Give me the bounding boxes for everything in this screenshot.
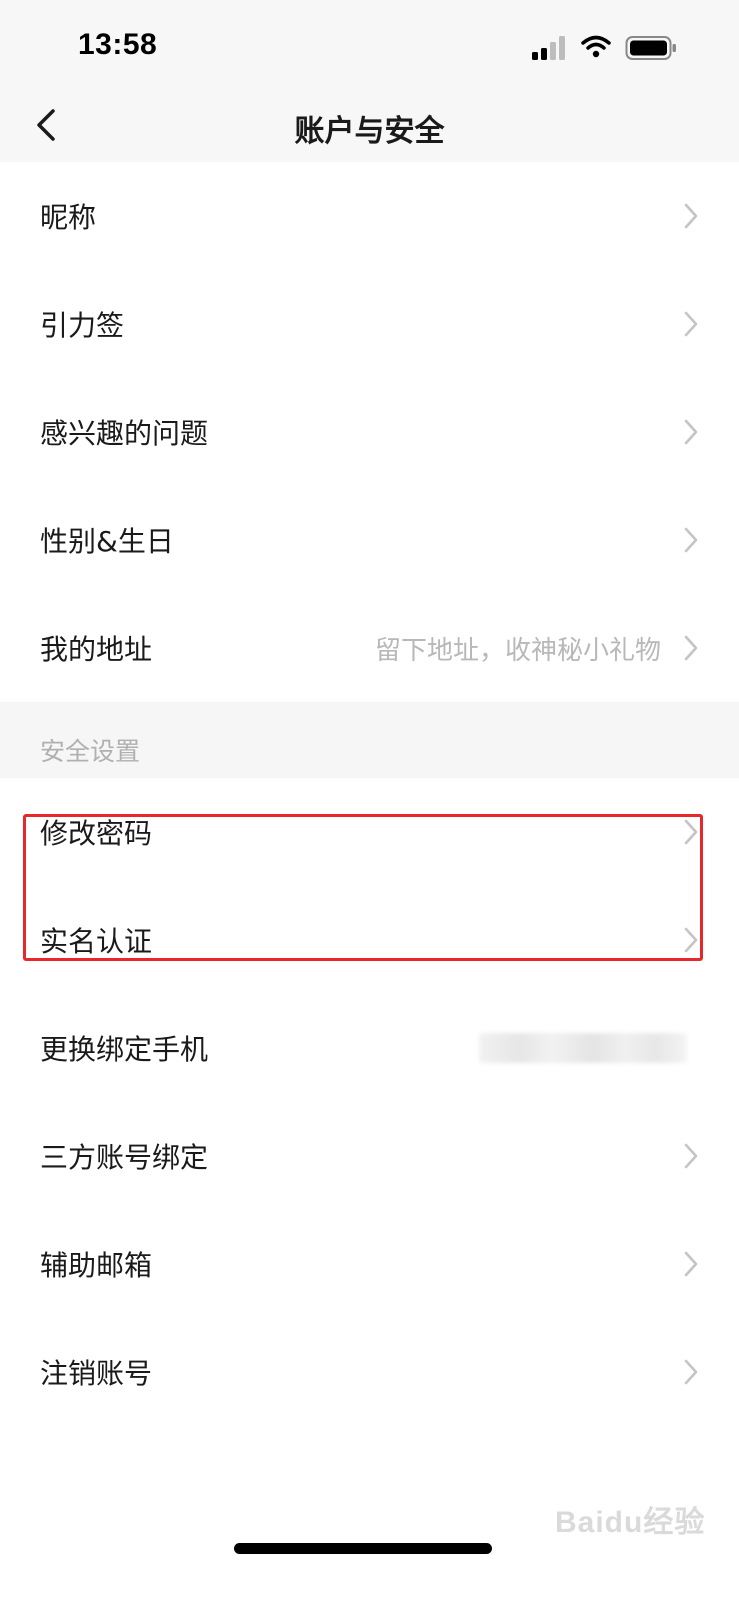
row-label: 昵称 <box>40 201 97 234</box>
page-title: 账户与安全 <box>294 114 445 149</box>
wifi-icon <box>581 35 611 58</box>
row-label: 性别&生日 <box>40 525 174 558</box>
chevron-right-icon <box>684 927 698 953</box>
row-label: 我的地址 <box>40 633 153 666</box>
row-label: 实名认证 <box>40 925 153 958</box>
row-label: 引力签 <box>40 309 125 342</box>
chevron-right-icon <box>684 1359 698 1385</box>
home-indicator[interactable] <box>234 1543 492 1554</box>
row-label: 辅助邮箱 <box>40 1249 153 1282</box>
row-label: 注销账号 <box>40 1357 153 1390</box>
row-label: 三方账号绑定 <box>40 1141 209 1174</box>
chevron-right-icon <box>684 1251 698 1277</box>
real-name-verification-row[interactable]: 实名认证 <box>0 886 739 994</box>
phone-number-blurred <box>479 1033 687 1063</box>
navigation-bar: 账户与安全 <box>0 90 739 162</box>
change-phone-row[interactable]: 更换绑定手机 <box>0 994 739 1102</box>
change-password-row[interactable]: 修改密码 <box>0 778 739 886</box>
gender-birthday-row[interactable]: 性别&生日 <box>0 486 739 594</box>
chevron-right-icon <box>684 1143 698 1169</box>
battery-icon <box>625 36 676 60</box>
chevron-right-icon <box>684 203 698 229</box>
baidu-watermark: Baidu经验 <box>555 1506 706 1539</box>
interests-row[interactable]: 感兴趣的问题 <box>0 378 739 486</box>
delete-account-row[interactable]: 注销账号 <box>0 1318 739 1426</box>
status-bar: 13:58 <box>0 0 739 90</box>
chevron-right-icon <box>684 419 698 445</box>
nickname-row[interactable]: 昵称 <box>0 162 739 270</box>
cellular-signal-icon <box>532 36 565 60</box>
backup-email-row[interactable]: 辅助邮箱 <box>0 1210 739 1318</box>
settings-list: 昵称 引力签 感兴趣的问题 性别&生日 我的地址 留下地址，收神秘小礼物 安全设… <box>0 162 739 1426</box>
row-label: 更换绑定手机 <box>40 1033 209 1066</box>
status-time: 13:58 <box>78 28 158 61</box>
third-party-binding-row[interactable]: 三方账号绑定 <box>0 1102 739 1210</box>
row-label: 感兴趣的问题 <box>40 417 209 450</box>
chevron-right-icon <box>684 635 698 661</box>
chevron-right-icon <box>684 311 698 337</box>
address-row[interactable]: 我的地址 留下地址，收神秘小礼物 <box>0 594 739 702</box>
chevron-right-icon <box>684 819 698 845</box>
signature-row[interactable]: 引力签 <box>0 270 739 378</box>
row-label: 修改密码 <box>40 817 153 850</box>
chevron-right-icon <box>684 527 698 553</box>
security-section-header: 安全设置 <box>0 702 739 778</box>
address-hint: 留下地址，收神秘小礼物 <box>374 635 661 666</box>
section-title: 安全设置 <box>40 737 141 766</box>
